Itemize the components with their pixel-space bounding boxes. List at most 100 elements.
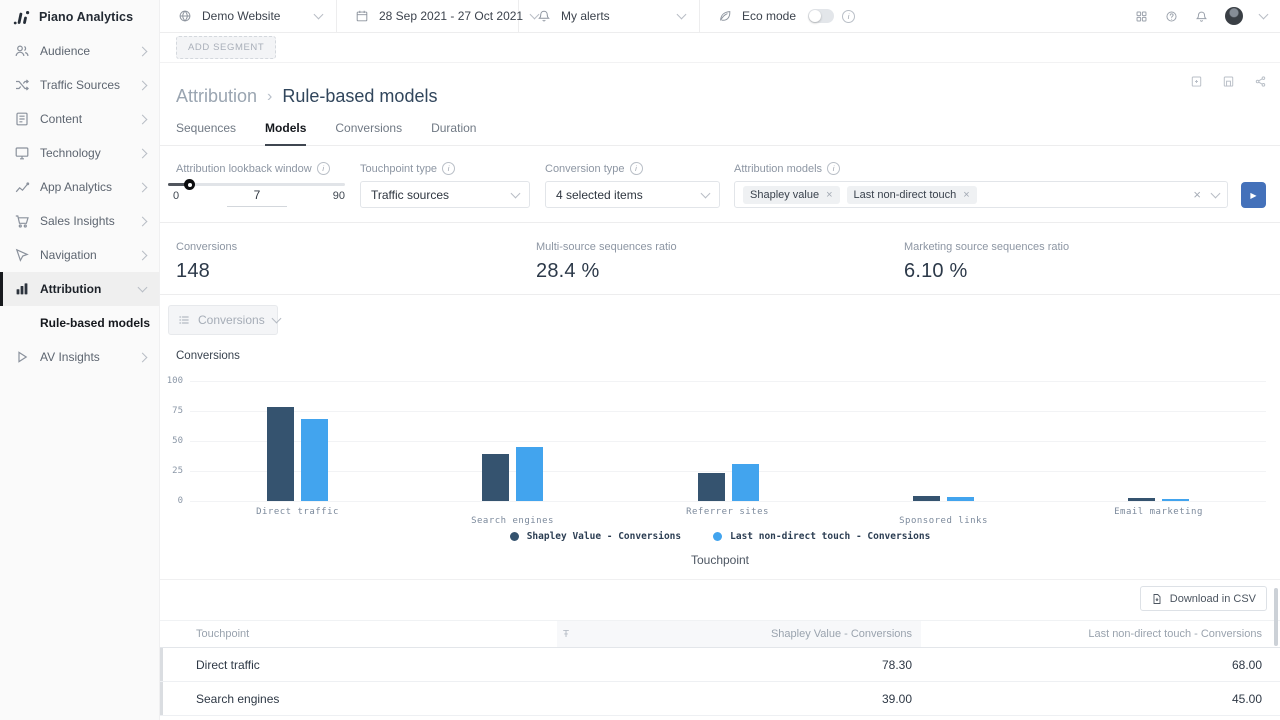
legend-item-shapley-value-conversions[interactable]: Shapley Value - Conversions xyxy=(510,531,681,542)
lookback-value-input[interactable]: 7 xyxy=(227,188,287,207)
breadcrumb-parent[interactable]: Attribution xyxy=(176,86,257,107)
conversion-type-select[interactable]: 4 selected items xyxy=(545,181,720,208)
sidebar-item-traffic-sources[interactable]: Traffic Sources xyxy=(0,68,159,102)
download-file-icon xyxy=(1151,593,1163,605)
download-csv-label: Download in CSV xyxy=(1170,593,1256,605)
save-report-icon[interactable] xyxy=(1222,75,1235,88)
column-header-shapley[interactable]: Ŧ Shapley Value - Conversions xyxy=(557,621,921,647)
gridline xyxy=(190,441,1266,442)
chevron-right-icon xyxy=(138,46,148,56)
sidebar-item-technology[interactable]: Technology xyxy=(0,136,159,170)
touchpoint-type-select[interactable]: Traffic sources xyxy=(360,181,530,208)
eco-mode: Eco mode xyxy=(700,0,869,32)
bookmark-add-icon[interactable] xyxy=(1190,75,1203,88)
eco-mode-toggle[interactable] xyxy=(808,9,834,23)
lookback-slider[interactable] xyxy=(168,183,345,186)
bell-icon xyxy=(537,9,551,23)
slider-handle[interactable] xyxy=(184,179,195,190)
share-icon[interactable] xyxy=(1254,75,1267,88)
topbar: Demo Website 28 Sep 2021 - 27 Oct 2021 M… xyxy=(160,0,1280,33)
model-tag-label: Last non-direct touch xyxy=(854,189,957,201)
chevron-down-icon xyxy=(677,10,687,20)
site-selector[interactable]: Demo Website xyxy=(160,0,337,32)
tab-sequences[interactable]: Sequences xyxy=(176,121,236,146)
segment-bar: ADD SEGMENT xyxy=(160,33,1280,63)
brand-name: Piano Analytics xyxy=(39,10,133,24)
tab-bar: Sequences Models Conversions Duration xyxy=(176,121,476,146)
metric-selector-dropdown[interactable]: Conversions xyxy=(168,305,278,335)
info-icon[interactable] xyxy=(442,162,455,175)
apps-grid-icon[interactable] xyxy=(1135,10,1148,23)
cell-touchpoint: Search engines xyxy=(160,692,557,706)
apply-button[interactable]: ▶ xyxy=(1241,182,1266,208)
chevron-down-icon xyxy=(314,10,324,20)
chevron-down-icon xyxy=(138,283,148,293)
sidebar-item-av-insights[interactable]: AV Insights xyxy=(0,340,159,374)
legend-label: Shapley Value - Conversions xyxy=(527,531,681,542)
sales-insights-icon xyxy=(14,213,30,229)
metric-selector-value: Conversions xyxy=(198,313,265,327)
bar-last-non-direct-touch-conversions-search-engines xyxy=(516,447,543,501)
eco-mode-info-icon[interactable] xyxy=(842,10,855,23)
sidebar-item-attribution[interactable]: Attribution xyxy=(0,272,159,306)
tab-models[interactable]: Models xyxy=(265,121,306,146)
info-icon[interactable] xyxy=(317,162,330,175)
gridline xyxy=(190,411,1266,412)
scrollbar-thumb[interactable] xyxy=(1274,588,1278,646)
alerts-selector[interactable]: My alerts xyxy=(519,0,700,32)
cell-shapley-value: 78.30 xyxy=(557,658,921,672)
sidebar-item-content[interactable]: Content xyxy=(0,102,159,136)
touchpoint-type-value: Traffic sources xyxy=(371,188,449,202)
kpi-row: Conversions 148 Multi-source sequences r… xyxy=(160,223,1280,295)
breadcrumb-separator-icon: › xyxy=(267,88,272,106)
sidebar-item-navigation[interactable]: Navigation xyxy=(0,238,159,272)
sidebar-item-sales-insights[interactable]: Sales Insights xyxy=(0,204,159,238)
column-header-last-non-direct[interactable]: Last non-direct touch - Conversions xyxy=(921,628,1280,640)
column-header-touchpoint[interactable]: Touchpoint xyxy=(160,628,557,640)
kpi-label: Marketing source sequences ratio xyxy=(904,241,1069,253)
remove-tag-icon[interactable]: × xyxy=(826,189,832,201)
bar-last-non-direct-touch-conversions-direct-traffic xyxy=(301,419,328,501)
alerts-value: My alerts xyxy=(561,9,670,23)
model-tag: Shapley value × xyxy=(743,186,840,204)
help-icon[interactable] xyxy=(1165,10,1178,23)
y-tick-label: 75 xyxy=(160,406,183,416)
chart-title: Conversions xyxy=(176,350,240,362)
chevron-down-icon[interactable] xyxy=(1259,10,1269,20)
row-accent xyxy=(160,682,163,715)
chevron-right-icon xyxy=(138,114,148,124)
notifications-bell-icon[interactable] xyxy=(1195,10,1208,23)
y-tick-label: 50 xyxy=(160,436,183,446)
attribution-models-label: Attribution models xyxy=(734,162,840,175)
legend-item-last-non-direct-touch-conversions[interactable]: Last non-direct touch - Conversions xyxy=(713,531,930,542)
kpi-marketing-source-ratio: Marketing source sequences ratio 6.10 % xyxy=(904,241,1069,283)
info-icon[interactable] xyxy=(630,162,643,175)
bar-last-non-direct-touch-conversions-sponsored-links xyxy=(947,497,974,501)
sidebar-item-rule-based-models[interactable]: Rule-based models xyxy=(0,306,159,340)
sidebar-item-app-analytics[interactable]: App Analytics xyxy=(0,170,159,204)
sidebar-item-label: Content xyxy=(40,112,139,126)
tab-conversions[interactable]: Conversions xyxy=(335,121,402,146)
date-range-selector[interactable]: 28 Sep 2021 - 27 Oct 2021 xyxy=(337,0,519,32)
brand[interactable]: Piano Analytics xyxy=(0,0,159,33)
audience-icon xyxy=(14,43,30,59)
info-icon[interactable] xyxy=(827,162,840,175)
sidebar-item-audience[interactable]: Audience xyxy=(0,34,159,68)
av-insights-icon xyxy=(14,349,30,365)
table-row-direct-traffic: Direct traffic78.3068.00 xyxy=(160,648,1280,682)
sidebar-item-label: Traffic Sources xyxy=(40,78,139,92)
cell-touchpoint: Direct traffic xyxy=(160,658,557,672)
attribution-models-multiselect[interactable]: Shapley value × Last non-direct touch × … xyxy=(734,181,1228,208)
tab-duration[interactable]: Duration xyxy=(431,121,476,146)
cell-last-non-direct: 45.00 xyxy=(921,692,1280,706)
add-segment-button[interactable]: ADD SEGMENT xyxy=(176,36,276,59)
sidebar-item-label: Rule-based models xyxy=(14,316,150,330)
list-icon xyxy=(178,314,190,326)
sidebar-item-label: Audience xyxy=(40,44,139,58)
clear-all-icon[interactable]: × xyxy=(1193,187,1201,202)
download-csv-button[interactable]: Download in CSV xyxy=(1140,586,1267,611)
remove-tag-icon[interactable]: × xyxy=(963,189,969,201)
chevron-down-icon[interactable] xyxy=(1211,188,1221,198)
avatar[interactable] xyxy=(1225,7,1243,25)
sidebar-item-label: Sales Insights xyxy=(40,214,139,228)
